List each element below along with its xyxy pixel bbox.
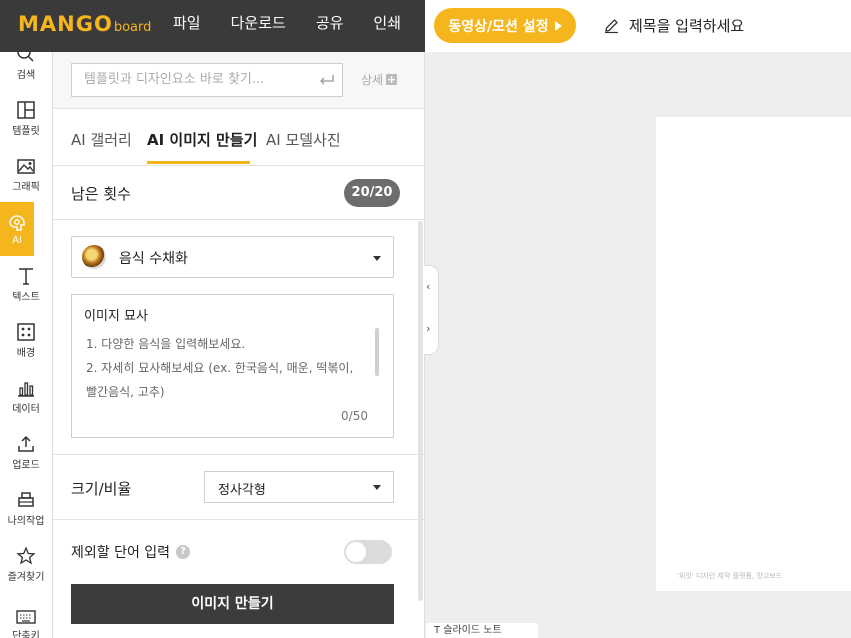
chevron-right-icon[interactable]: › (426, 322, 430, 335)
menu-download[interactable]: 다운로드 (216, 0, 301, 52)
search-row: 상세 + (53, 52, 424, 109)
size-ratio-value: 정사각형 (218, 483, 266, 498)
graphic-icon (17, 159, 35, 174)
rail-item-graphic[interactable]: 그래픽 (0, 156, 52, 206)
template-icon (17, 101, 35, 119)
slide-note-tab[interactable]: T 슬라이드 노트 (426, 623, 538, 638)
rail-label-favorites: 즐겨찾기 (7, 572, 45, 583)
logo-main-text: MANGO (18, 12, 113, 36)
rail-item-search[interactable]: 검색 (0, 52, 52, 94)
divider (53, 519, 424, 520)
rail-label-shortcuts: 단축키 (12, 631, 40, 638)
rail-label-ai: AI (12, 234, 22, 246)
rail-item-mywork[interactable]: 나의작업 (0, 490, 52, 540)
video-motion-label: 동영상/모션 설정 (448, 18, 549, 35)
star-icon (16, 546, 36, 565)
rail-label-upload: 업로드 (12, 460, 40, 471)
rail-label-graphic: 그래픽 (12, 182, 40, 193)
description-scrollbar[interactable] (375, 328, 379, 376)
keyboard-icon (16, 610, 36, 624)
tab-ai-model-photo[interactable]: AI 모델사진 (266, 129, 341, 150)
style-select[interactable]: 음식 수채화 (71, 236, 394, 278)
description-hint-1: 1. 다양한 음식을 입력해보세요. (86, 337, 246, 351)
rail-label-template: 템플릿 (12, 126, 40, 137)
detail-label: 상세 (361, 73, 384, 87)
tab-ai-image-create[interactable]: AI 이미지 만들기 (147, 129, 257, 150)
upload-icon (18, 435, 34, 452)
panel-collapse-handle[interactable]: ‹ › (424, 265, 439, 355)
exclude-words-toggle[interactable] (344, 540, 392, 564)
tabs: AI 갤러리 AI 이미지 만들기 AI 모델사진 (53, 109, 424, 166)
description-hint-3: 빨간음식, 고추) (86, 385, 165, 399)
chevron-down-icon (373, 485, 381, 490)
description-title: 이미지 묘사 (84, 309, 148, 324)
logo-sub-text: board (113, 20, 152, 35)
remaining-badge: 20/20 (344, 179, 400, 207)
design-canvas[interactable] (656, 117, 851, 591)
play-icon (554, 20, 562, 31)
rail-item-data[interactable]: 데이터 (0, 378, 52, 428)
pencil-icon (605, 18, 618, 33)
canvas-watermark: '위잇' 디자인 제작 플랫폼, 망고보드 (677, 572, 783, 580)
rail-item-text[interactable]: 텍스트 (0, 266, 52, 316)
tab-ai-gallery[interactable]: AI 갤러리 (71, 129, 132, 150)
top-menu: 파일 다운로드 공유 인쇄 (158, 0, 416, 52)
rail-item-ai[interactable]: AI (0, 202, 34, 256)
style-select-value: 음식 수채화 (119, 251, 188, 267)
active-tab-indicator (147, 161, 250, 164)
exclude-words-row: 제외할 단어 입력 ? (71, 542, 191, 562)
menu-file[interactable]: 파일 (158, 0, 216, 52)
rail-label-data: 데이터 (12, 404, 40, 415)
mango-logo[interactable]: MANGO board (18, 12, 151, 40)
mywork-icon (18, 492, 34, 507)
text-icon (19, 268, 33, 285)
title-placeholder: 제목을 입력하세요 (629, 16, 745, 35)
help-icon[interactable]: ? (176, 545, 191, 559)
search-box (71, 63, 343, 97)
exclude-words-label: 제외할 단어 입력 (71, 545, 171, 561)
panel-scrollbar[interactable] (418, 221, 423, 601)
description-textarea[interactable]: 이미지 묘사 1. 다양한 음식을 입력해보세요. 2. 자세히 묘사해보세요 … (71, 294, 394, 438)
rail-item-favorites[interactable]: 즐겨찾기 (0, 546, 52, 596)
ai-icon (9, 214, 25, 231)
menu-share[interactable]: 공유 (301, 0, 359, 52)
plus-icon: + (386, 73, 398, 86)
rail-label-search: 검색 (16, 70, 36, 81)
rail-item-background[interactable]: 배경 (0, 322, 52, 372)
detail-search-button[interactable]: 상세 + (361, 71, 398, 88)
chevron-left-icon[interactable]: ‹ (426, 280, 430, 293)
remaining-label: 남은 횟수 (71, 185, 131, 203)
rail-label-mywork: 나의작업 (7, 516, 45, 527)
size-ratio-select[interactable]: 정사각형 (204, 471, 394, 503)
rail-label-text: 텍스트 (12, 292, 40, 303)
chevron-down-icon (373, 256, 381, 261)
style-thumbnail (82, 245, 106, 269)
video-motion-button[interactable]: 동영상/모션 설정 (434, 8, 576, 43)
enter-icon[interactable] (318, 72, 336, 88)
search-input[interactable] (72, 64, 314, 94)
remaining-count-row: 남은 횟수 20/20 (53, 166, 424, 220)
divider (53, 454, 424, 455)
left-icon-rail: 검색 템플릿 그래픽 AI 텍스트 배경 데이터 업로드 나의작업 즐겨찾기 단… (0, 52, 53, 638)
title-input[interactable]: 제목을 입력하세요 (603, 13, 744, 37)
menu-print[interactable]: 인쇄 (358, 0, 416, 52)
chart-icon (18, 382, 34, 397)
rail-label-background: 배경 (16, 348, 36, 359)
make-image-button[interactable]: 이미지 만들기 (71, 584, 394, 624)
background-icon (17, 323, 35, 341)
size-ratio-label: 크기/비율 (71, 480, 132, 498)
toggle-knob (346, 542, 366, 562)
description-hint-2: 2. 자세히 묘사해보세요 (ex. 한국음식, 매운, 떡볶이, (86, 361, 354, 375)
search-icon (17, 52, 34, 62)
rail-item-shortcuts[interactable]: 단축키 (0, 609, 52, 638)
ai-panel: 상세 + AI 갤러리 AI 이미지 만들기 AI 모델사진 남은 횟수 20/… (53, 52, 425, 638)
rail-item-template[interactable]: 템플릿 (0, 100, 52, 150)
description-char-count: 0/50 (341, 409, 368, 423)
rail-item-upload[interactable]: 업로드 (0, 434, 52, 484)
